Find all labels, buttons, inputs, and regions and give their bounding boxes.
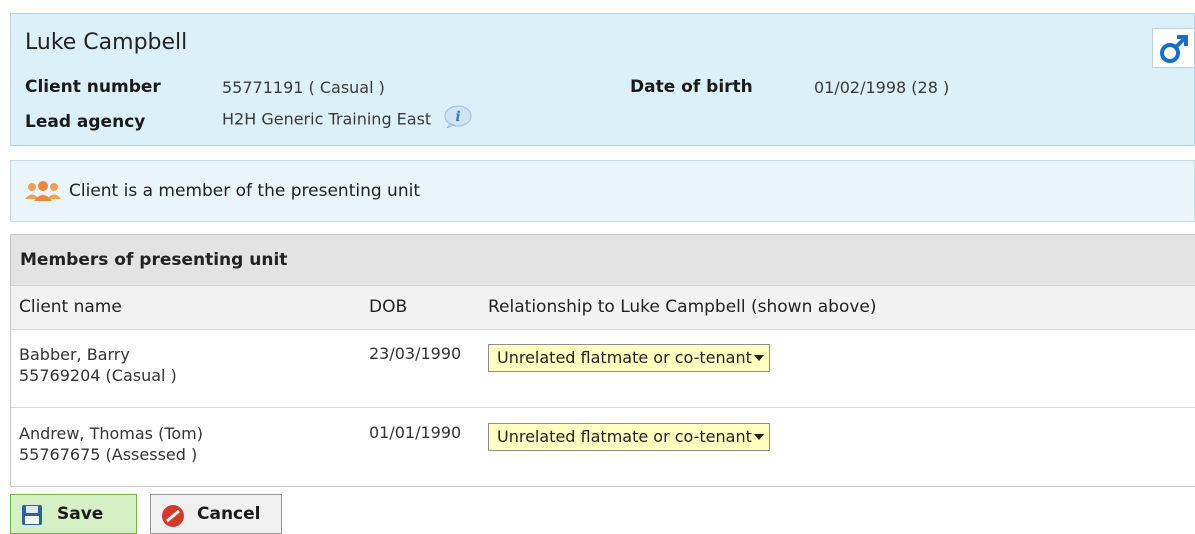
table-row: Babber, Barry 55769204 (Casual ) 23/03/1… [11,330,1195,408]
column-header-dob: DOB [369,297,408,317]
table-header: Client name DOB Relationship to Luke Cam… [11,286,1195,330]
relationship-selected-value: Unrelated flatmate or co-tenant [497,348,752,367]
member-name: Andrew, Thomas (Tom) [19,424,203,443]
cancel-button[interactable]: Cancel [150,494,282,534]
lead-agency-field: H2H Generic Training East i [222,105,474,132]
floppy-disk-icon [22,505,42,525]
svg-text:i: i [456,109,461,125]
relationship-select[interactable]: Unrelated flatmate or co-tenant [488,344,770,372]
relationship-select[interactable]: Unrelated flatmate or co-tenant [488,423,770,451]
lead-agency-label: Lead agency [25,112,146,132]
table-row: Andrew, Thomas (Tom) 55767675 (Assessed … [11,409,1195,487]
member-dob: 23/03/1990 [369,344,462,363]
members-panel-title: Members of presenting unit [20,250,288,270]
dropdown-arrow-icon [754,434,764,440]
member-client-number: 55769204 (Casual ) [19,366,177,385]
column-header-client-name: Client name [19,297,122,317]
client-number-label: Client number [25,77,161,97]
column-header-relationship: Relationship to Luke Campbell (shown abo… [488,297,877,317]
cancel-icon [162,505,184,527]
members-panel-header: Members of presenting unit [11,235,1195,286]
client-number-value: 55771191 ( Casual ) [222,78,385,97]
presenting-unit-banner: Client is a member of the presenting uni… [10,160,1195,222]
banner-text: Client is a member of the presenting uni… [69,181,420,201]
client-header: Luke Campbell Client number 55771191 ( C… [10,13,1195,146]
lead-agency-value: H2H Generic Training East [222,109,432,129]
gender-indicator [1152,28,1194,68]
info-icon[interactable]: i [442,104,474,132]
cancel-label: Cancel [197,504,261,524]
date-of-birth-label: Date of birth [630,77,753,97]
dropdown-arrow-icon [754,355,764,361]
save-button[interactable]: Save [10,494,137,534]
people-group-icon [25,181,61,201]
member-dob: 01/01/1990 [369,423,462,442]
male-symbol-icon [1160,35,1188,63]
members-panel: Members of presenting unit Client name D… [10,234,1195,487]
member-name: Babber, Barry [19,345,130,364]
member-name-cell: Andrew, Thomas (Tom) 55767675 (Assessed … [19,423,203,465]
member-name-cell: Babber, Barry 55769204 (Casual ) [19,344,177,386]
member-client-number: 55767675 (Assessed ) [19,445,198,464]
relationship-selected-value: Unrelated flatmate or co-tenant [497,427,752,446]
save-label: Save [57,504,104,524]
client-name: Luke Campbell [25,30,188,55]
date-of-birth-value: 01/02/1998 (28 ) [814,78,950,97]
